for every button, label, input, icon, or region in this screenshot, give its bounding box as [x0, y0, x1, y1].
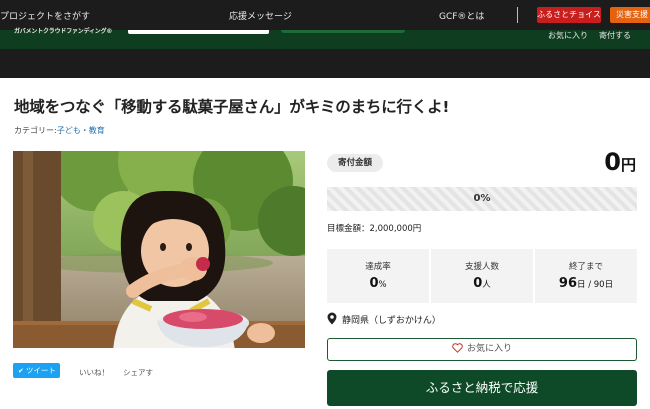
stat-achievement: 達成率 0% [327, 249, 429, 303]
favorite-button[interactable]: お気に入り [327, 338, 637, 361]
favorite-button-label: お気に入り [466, 344, 512, 354]
donation-amount-value: 0 [604, 148, 621, 176]
category-link[interactable]: 子ども・教育 [57, 126, 105, 135]
nav-favorites[interactable]: お気に入り [548, 30, 588, 41]
nav-donate[interactable]: 寄付する [599, 30, 631, 41]
stat-remaining-value: 96日 / 90日 [535, 276, 637, 291]
twitter-bird-icon: ✔ [18, 367, 24, 375]
progress-bar: 0% [327, 187, 637, 211]
location-text: 静岡県（しずおかけん） [342, 316, 441, 326]
like-button[interactable]: いいね！ [79, 367, 109, 378]
logo-subtitle[interactable]: ガバメントクラウドファンディング® [14, 26, 112, 35]
nav-support-messages[interactable]: 応援メッセージ [229, 9, 292, 22]
goal-amount: 目標金額：2,000,000円 [327, 224, 422, 234]
nav-divider [517, 7, 518, 23]
furusato-choice-button[interactable]: ふるさとチョイス [537, 7, 601, 23]
stat-remaining: 終了まで 96日 / 90日 [535, 249, 637, 303]
supporters-unit: 人 [482, 280, 491, 290]
stat-supporters-value: 0人 [431, 276, 533, 291]
map-pin-icon [327, 312, 342, 326]
supporters-number: 0 [473, 276, 483, 291]
project-location: 静岡県（しずおかけん） [327, 312, 441, 326]
achievement-unit: % [378, 280, 387, 290]
stat-achievement-value: 0% [327, 276, 429, 291]
remaining-number: 96 [558, 276, 577, 291]
share-button[interactable]: シェアす [123, 367, 153, 378]
stat-achievement-label: 達成率 [365, 262, 391, 272]
tweet-button[interactable]: ✔ ツイート [13, 363, 60, 378]
disaster-support-button[interactable]: 災害支援 [610, 7, 650, 23]
project-title: 地域をつなぐ「移動する駄菓子屋さん」がキミのまちに行くよ! [14, 98, 450, 116]
progress-percent: 0% [473, 193, 491, 204]
stat-supporters: 支援人数 0人 [431, 249, 533, 303]
donation-amount: 0円 [604, 148, 636, 176]
donation-amount-badge: 寄付金額 [327, 154, 383, 172]
remaining-unit: 日 / 90日 [577, 280, 614, 290]
project-category: カテゴリー:子ども・教育 [14, 125, 105, 136]
nav-find-projects[interactable]: プロジェクトをさがす [0, 9, 90, 22]
category-label: カテゴリー: [14, 126, 57, 135]
project-photo [13, 151, 305, 348]
nav-about-gcf[interactable]: GCF®とは [439, 9, 484, 22]
stats-panel: 達成率 0% 支援人数 0人 終了まで 96日 / 90日 [327, 249, 637, 303]
stat-remaining-label: 終了まで [568, 262, 603, 272]
tweet-label: ツイート [25, 366, 56, 375]
donate-button[interactable]: ふるさと納税で応援 [327, 370, 637, 406]
search-button[interactable] [281, 30, 405, 33]
stat-supporters-label: 支援人数 [464, 262, 499, 272]
currency-unit: 円 [620, 156, 636, 174]
search-input[interactable] [128, 30, 269, 34]
heart-icon [452, 343, 467, 354]
